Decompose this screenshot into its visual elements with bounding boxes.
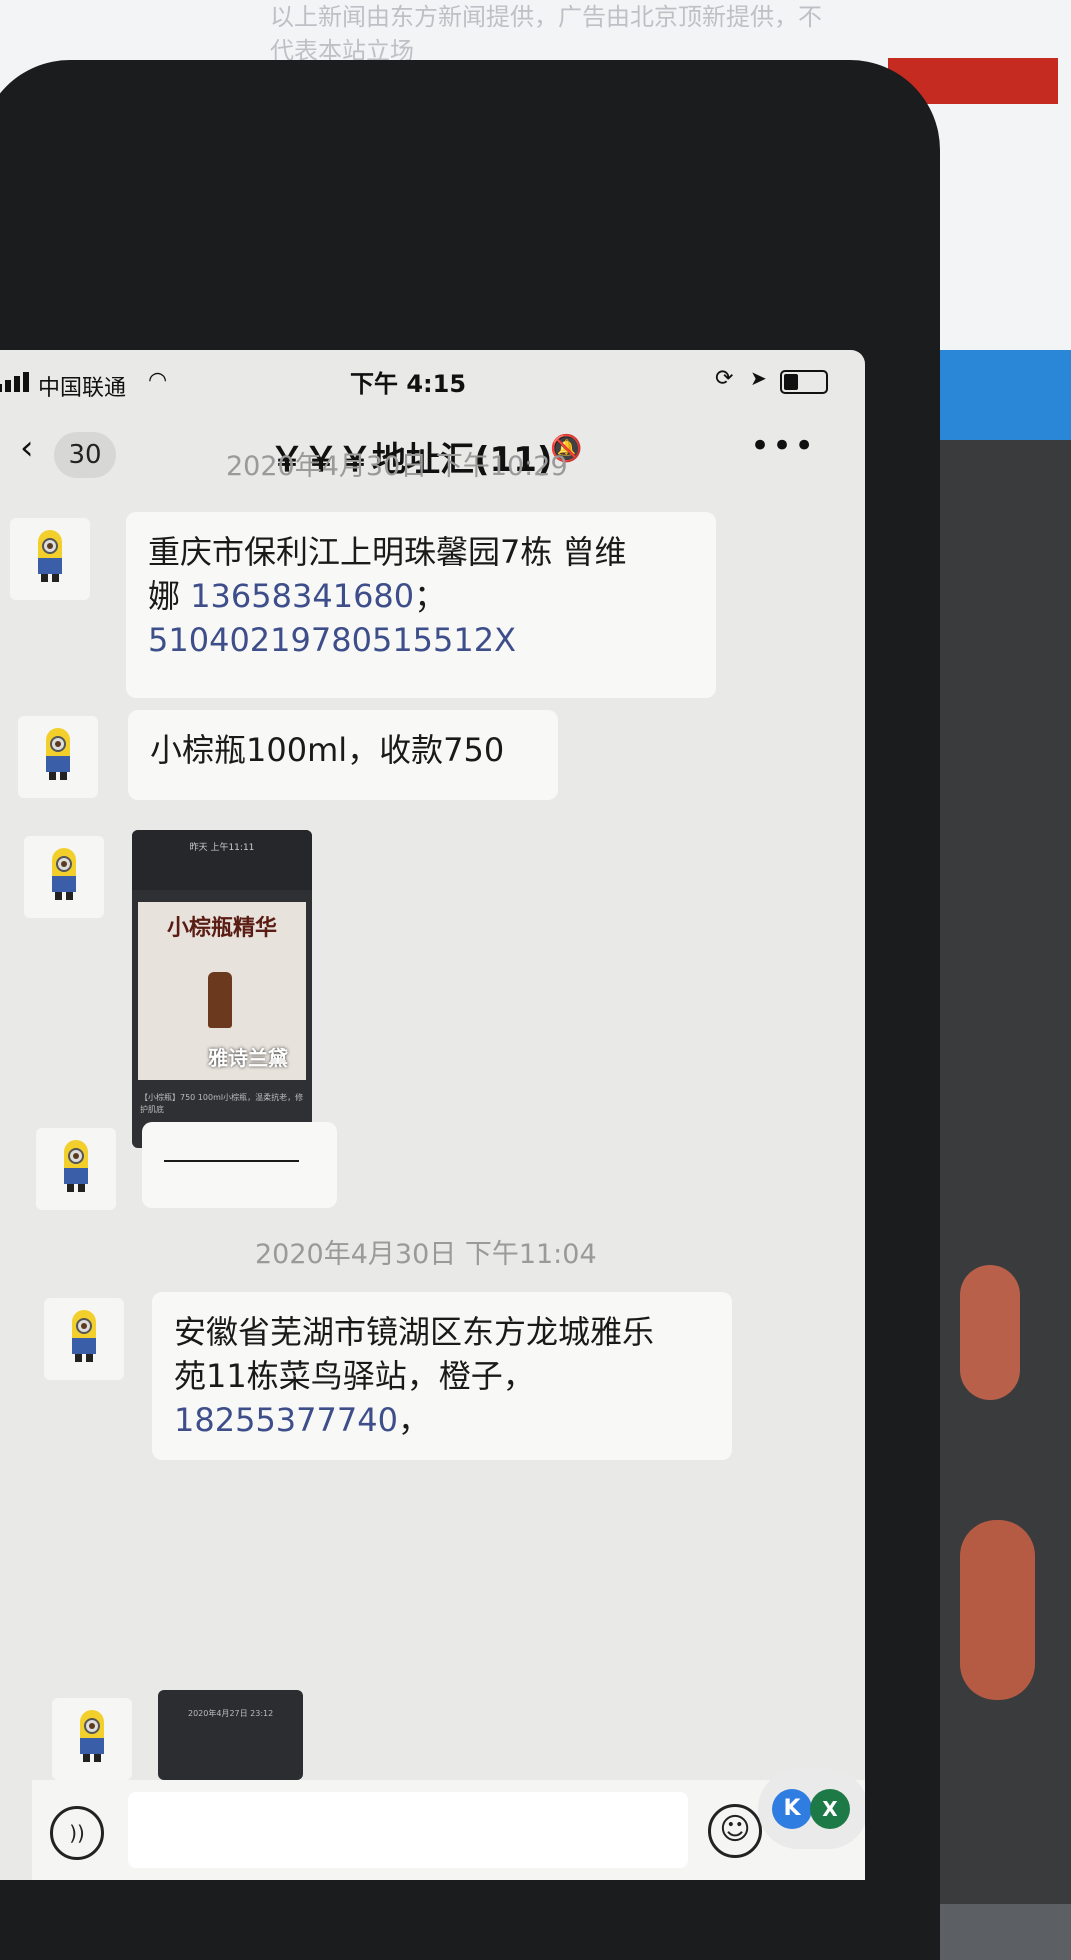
avatar[interactable] <box>52 1698 132 1780</box>
minion-avatar-icon <box>72 1310 96 1362</box>
dash-line <box>164 1160 299 1162</box>
message-text: 苑11栋菜鸟驿站，橙子， <box>174 1357 535 1395</box>
message-bubble[interactable]: 重庆市保利江上明珠馨园7栋 曾维 娜 13658341680； 51040219… <box>126 512 716 698</box>
input-bar: )) ☺ <box>32 1780 865 1880</box>
finger <box>960 1265 1020 1400</box>
phone-body: 中国联通 ◠ 下午 4:15 ⟳ ➤ ‹ 30 ￥￥￥地址汇(11) 🔕 •••… <box>0 60 940 1960</box>
phone-number-link[interactable]: 13658341680 <box>190 577 414 615</box>
avatar[interactable] <box>36 1128 116 1210</box>
finger <box>960 1520 1035 1700</box>
minion-avatar-icon <box>80 1710 104 1762</box>
message-timestamp: 2020年4月30日 下午10:29 <box>226 451 568 482</box>
x-app-icon[interactable]: X <box>810 1789 850 1829</box>
message-text: 安徽省芜湖市镜湖区东方龙城雅乐 <box>174 1313 655 1351</box>
location-icon: ➤ <box>750 366 767 390</box>
image-message[interactable]: 2020年4月27日 23:12 <box>158 1690 303 1780</box>
rotation-lock-icon: ⟳ <box>715 366 734 391</box>
avatar[interactable] <box>44 1298 124 1380</box>
signal-icon <box>0 372 29 392</box>
status-bar: 中国联通 ◠ 下午 4:15 ⟳ ➤ <box>0 350 865 410</box>
message-text: 小棕瓶100ml，收款750 <box>150 731 505 769</box>
background-blue-panel <box>930 350 1071 445</box>
message-text: 重庆市保利江上明珠馨园7栋 曾维 <box>148 533 627 571</box>
minion-avatar-icon <box>46 728 70 780</box>
image-header-text: 2020年4月27日 23:12 <box>188 1709 274 1718</box>
phone-number-link[interactable]: 18255377740 <box>174 1401 398 1439</box>
message-bubble[interactable]: 小棕瓶100ml，收款750 <box>128 710 558 800</box>
wifi-icon: ◠ <box>148 368 168 393</box>
image-message[interactable]: 昨天 上午11:11 小棕瓶精华 雅诗兰黛 【小棕瓶】750 100ml小棕瓶，… <box>132 830 312 1148</box>
battery-icon <box>780 370 828 394</box>
message-bubble[interactable]: — <box>142 1122 337 1208</box>
more-options-button[interactable]: ••• <box>750 426 816 466</box>
poster-title: 小棕瓶精华 <box>166 916 277 941</box>
serum-bottle-icon <box>208 972 232 1028</box>
message-bubble[interactable]: 安徽省芜湖市镜湖区东方龙城雅乐 苑11栋菜鸟驿站，橙子， 18255377740… <box>152 1292 732 1460</box>
unread-count-badge[interactable]: 30 <box>54 432 116 478</box>
phone-screen: 中国联通 ◠ 下午 4:15 ⟳ ➤ ‹ 30 ￥￥￥地址汇(11) 🔕 •••… <box>0 350 865 1880</box>
k-app-icon[interactable]: K <box>772 1789 812 1829</box>
minion-avatar-icon <box>64 1140 88 1192</box>
image-caption: 【小棕瓶】750 100ml小棕瓶，温柔抗老，修护肌底 <box>140 1093 304 1114</box>
emoji-icon[interactable]: ☺ <box>708 1804 762 1858</box>
minion-avatar-icon <box>52 848 76 900</box>
carrier-name: 中国联通 <box>38 376 127 401</box>
minion-avatar-icon <box>38 530 62 582</box>
avatar[interactable] <box>18 716 98 798</box>
message-timestamp: 2020年4月30日 下午11:04 <box>255 1239 597 1270</box>
message-input[interactable] <box>128 1792 688 1868</box>
image-header-text: 昨天 上午11:11 <box>132 830 312 890</box>
poster-brand: 雅诗兰黛 <box>208 1046 288 1070</box>
voice-input-icon[interactable]: )) <box>50 1806 104 1860</box>
avatar[interactable] <box>24 836 104 918</box>
back-chevron-icon[interactable]: ‹ <box>20 428 34 468</box>
clock: 下午 4:15 <box>350 370 467 398</box>
id-number-link[interactable]: 51040219780515512X <box>148 618 694 662</box>
floating-widget[interactable]: K X <box>758 1769 865 1849</box>
product-poster: 小棕瓶精华 雅诗兰黛 <box>138 902 306 1080</box>
avatar[interactable] <box>10 518 90 600</box>
